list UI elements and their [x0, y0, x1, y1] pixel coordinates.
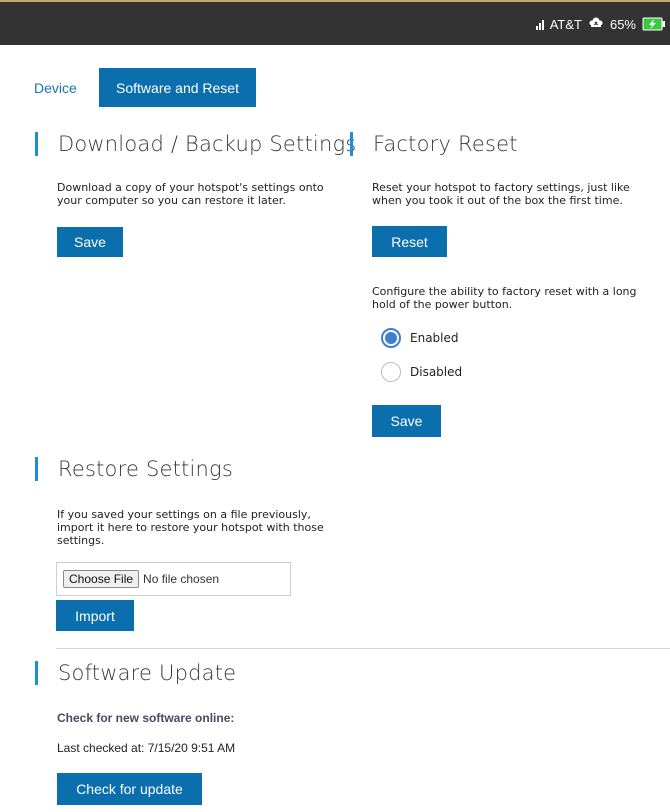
- download-backup-title: Download / Backup Settings: [58, 132, 357, 156]
- description-line: If you saved your settings on a file pre…: [57, 508, 311, 521]
- radio-disabled[interactable]: Disabled: [381, 362, 462, 382]
- description-line: hold of the power button.: [372, 298, 513, 311]
- factory-reset-heading: Factory Reset: [350, 132, 518, 156]
- section-divider: [56, 648, 670, 649]
- restore-settings-heading: Restore Settings: [35, 457, 233, 481]
- status-indicators: AT&T ◆ 65%: [535, 16, 666, 32]
- description-line: import it here to restore your hotspot w…: [57, 521, 324, 534]
- check-for-update-button[interactable]: Check for update: [57, 773, 202, 805]
- description-line: when you took it out of the box the firs…: [372, 194, 623, 207]
- radio-enabled-control[interactable]: [381, 328, 401, 348]
- import-button[interactable]: Import: [56, 600, 134, 631]
- heading-accent-bar: [35, 132, 38, 156]
- battery-percentage: 65%: [609, 16, 636, 32]
- check-online-label: Check for new software online:: [57, 711, 235, 725]
- factory-reset-description: Reset your hotspot to factory settings, …: [372, 181, 630, 207]
- download-backup-description: Download a copy of your hotspot's settin…: [57, 181, 324, 207]
- battery-charging-icon: [642, 16, 666, 32]
- heading-accent-bar: [350, 132, 353, 156]
- power-button-config-description: Configure the ability to factory reset w…: [372, 285, 637, 311]
- description-line: Download a copy of your hotspot's settin…: [57, 181, 324, 194]
- signal-icon: [535, 18, 544, 30]
- radio-enabled[interactable]: Enabled: [381, 328, 459, 348]
- last-checked-text: Last checked at: 7/15/20 9:51 AM: [57, 741, 236, 755]
- backup-save-button[interactable]: Save: [57, 227, 123, 257]
- radio-disabled-control[interactable]: [381, 362, 401, 382]
- factory-reset-title: Factory Reset: [373, 132, 518, 156]
- heading-accent-bar: [35, 661, 38, 685]
- status-bar: AT&T ◆ 65%: [0, 0, 670, 45]
- radio-enabled-label: Enabled: [410, 331, 459, 345]
- tab-software-and-reset[interactable]: Software and Reset: [99, 68, 256, 107]
- software-update-heading: Software Update: [35, 661, 236, 685]
- software-update-title: Software Update: [58, 661, 237, 685]
- download-backup-heading: Download / Backup Settings: [35, 132, 356, 156]
- tab-device[interactable]: Device: [34, 80, 77, 96]
- file-input[interactable]: Choose File No file chosen: [56, 562, 291, 596]
- factory-reset-button[interactable]: Reset: [372, 226, 447, 257]
- factory-reset-save-button[interactable]: Save: [372, 405, 441, 437]
- restore-settings-description: If you saved your settings on a file pre…: [57, 508, 324, 547]
- description-line: your computer so you can restore it late…: [57, 194, 286, 207]
- description-line: Reset your hotspot to factory settings, …: [372, 181, 630, 194]
- restore-settings-title: Restore Settings: [58, 457, 233, 481]
- carrier-label: AT&T: [549, 16, 582, 32]
- heading-accent-bar: [35, 457, 38, 481]
- wifi-hotspot-icon: ◆: [588, 17, 604, 32]
- radio-disabled-label: Disabled: [410, 365, 463, 379]
- description-line: Configure the ability to factory reset w…: [372, 285, 637, 298]
- description-line: settings.: [57, 534, 105, 547]
- file-status: No file chosen: [143, 572, 220, 586]
- choose-file-button[interactable]: Choose File: [63, 570, 140, 588]
